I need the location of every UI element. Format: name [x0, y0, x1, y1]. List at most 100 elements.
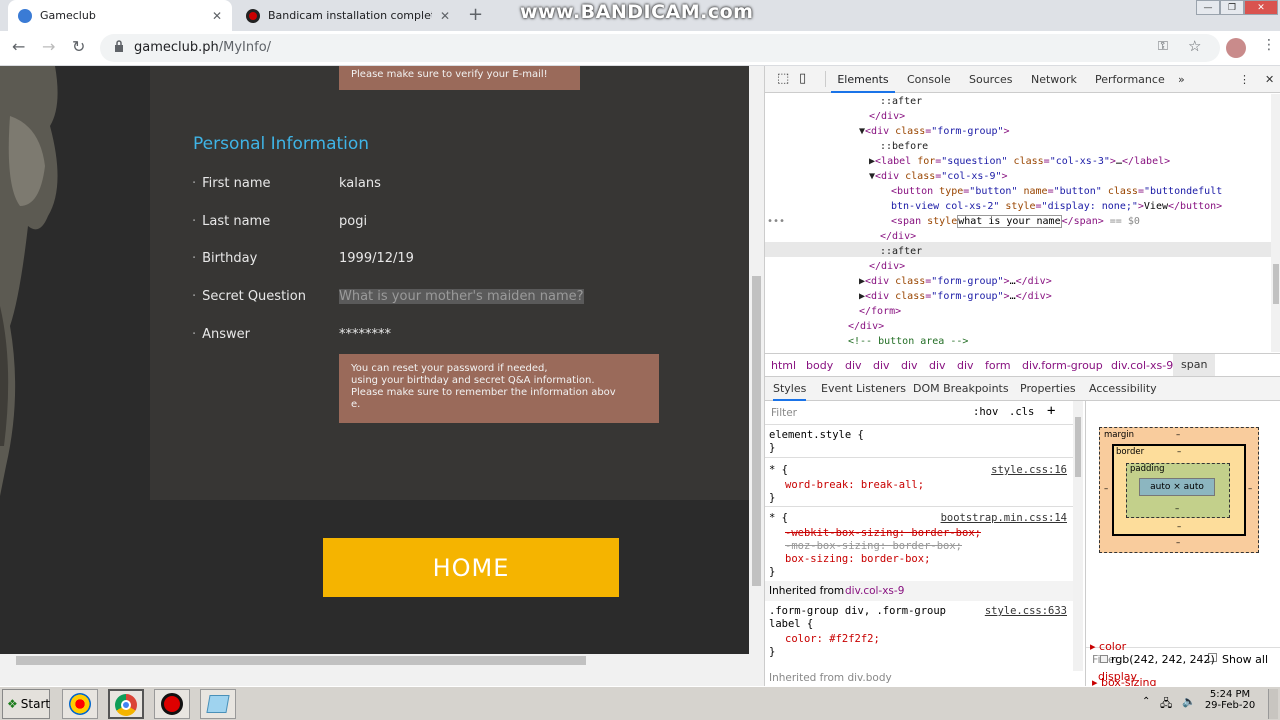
subtab-dom-breakpoints[interactable]: DOM Breakpoints — [913, 382, 1009, 395]
system-clock[interactable]: 5:24 PM 29-Feb-20 — [1200, 689, 1260, 711]
rule-source-link[interactable]: style.css:16 — [991, 464, 1067, 476]
back-button[interactable]: ← — [12, 37, 25, 56]
address-bar[interactable]: gameclub.ph/MyInfo/ ⚿ ☆ — [100, 34, 1220, 62]
elements-scrollbar[interactable] — [1271, 94, 1280, 352]
subtab-properties[interactable]: Properties — [1020, 382, 1076, 395]
tree-line[interactable]: ▶<div class="form-group">…</div> — [859, 274, 1052, 289]
crumb[interactable]: body — [806, 359, 833, 372]
tab-sources[interactable]: Sources — [969, 73, 1013, 86]
device-toolbar-icon[interactable]: ▯ — [799, 71, 806, 86]
new-tab-button[interactable]: + — [468, 4, 483, 25]
tree-line[interactable]: </form> — [859, 304, 901, 319]
hov-toggle[interactable]: :hov — [973, 406, 998, 418]
minimize-button[interactable]: — — [1196, 0, 1220, 15]
page-horizontal-scrollbar[interactable] — [0, 654, 764, 686]
tree-line[interactable]: ▶<label for="squestion" class="col-xs-3"… — [869, 154, 1170, 169]
page-vertical-scrollbar[interactable] — [749, 66, 764, 654]
crumb[interactable]: div — [929, 359, 946, 372]
network-icon[interactable]: 🖧 — [1160, 695, 1172, 714]
crumb[interactable]: html — [771, 359, 796, 372]
tree-line-selected[interactable]: <span stylewhat is your name</span> == $… — [891, 214, 1140, 229]
tab-bandicam[interactable]: Bandicam installation completed succ ✕ — [236, 0, 460, 31]
rule-selector[interactable]: .form-group div, .form-group — [769, 605, 946, 617]
more-tabs-icon[interactable]: » — [1178, 73, 1185, 86]
key-icon[interactable]: ⚿ — [1158, 39, 1168, 54]
tab-gameclub[interactable]: Gameclub ✕ — [8, 0, 232, 31]
crumb-active[interactable]: span — [1173, 354, 1216, 376]
subtab-event-listeners[interactable]: Event Listeners — [821, 382, 906, 395]
close-tab-icon[interactable]: ✕ — [212, 9, 222, 23]
tree-line[interactable]: btn-view col-xs-2" style="display: none;… — [891, 199, 1222, 214]
tree-line[interactable]: ::after — [880, 94, 922, 109]
tree-line[interactable]: ::before — [880, 139, 928, 154]
css-property[interactable]: -webkit-box-sizing: border-box; — [785, 527, 981, 539]
close-window-button[interactable]: ✕ — [1244, 0, 1278, 15]
box-model-padding[interactable]: padding – auto × auto — [1126, 463, 1230, 518]
close-devtools-icon[interactable]: ✕ — [1265, 73, 1274, 86]
secret-question-value[interactable]: What is your mother's maiden name? — [339, 289, 584, 304]
tree-line[interactable]: </div> — [869, 259, 905, 274]
tree-line[interactable]: ▼<div class="col-xs-9"> — [869, 169, 1008, 184]
tree-line[interactable]: </div> — [880, 229, 916, 244]
styles-scrollbar[interactable] — [1073, 401, 1083, 671]
cls-toggle[interactable]: .cls — [1009, 406, 1034, 418]
computed-prop-name[interactable]: display — [1098, 670, 1137, 683]
tree-line[interactable]: ::after — [880, 244, 922, 259]
crumb[interactable]: div — [845, 359, 862, 372]
profile-avatar[interactable] — [1226, 38, 1246, 58]
crumb[interactable]: div.col-xs-9 — [1111, 359, 1173, 372]
css-property[interactable]: color: #f2f2f2; — [785, 633, 880, 645]
rule-selector[interactable]: label { — [769, 618, 813, 630]
inspect-element-icon[interactable]: ⬚ — [777, 71, 789, 86]
subtab-styles[interactable]: Styles — [773, 377, 807, 401]
tab-network[interactable]: Network — [1031, 73, 1077, 86]
node-options-icon[interactable]: ••• — [767, 214, 785, 229]
forward-button[interactable]: → — [42, 37, 55, 56]
notes-taskbar-icon[interactable] — [200, 689, 236, 719]
tree-line[interactable]: ▶<div class="form-group">…</div> — [859, 289, 1052, 304]
box-model-content[interactable]: auto × auto — [1139, 478, 1215, 496]
crumb[interactable]: div — [901, 359, 918, 372]
close-tab-icon[interactable]: ✕ — [440, 9, 450, 23]
elements-tree[interactable]: ::after </div> ▼<div class="form-group">… — [765, 94, 1271, 352]
chrome-taskbar-icon[interactable] — [108, 689, 144, 719]
tree-line[interactable]: </div> — [848, 319, 884, 334]
tree-line[interactable]: <!-- button area --> — [848, 334, 968, 349]
crumb[interactable]: div — [957, 359, 974, 372]
tree-line[interactable]: <button type="button" name="button" clas… — [891, 184, 1222, 199]
scrollbar-thumb[interactable] — [752, 276, 761, 586]
start-button[interactable]: ❖ Start — [2, 689, 50, 719]
taskbar-app-icon[interactable] — [62, 689, 98, 719]
devtools-menu-icon[interactable]: ⋮ — [1239, 73, 1250, 86]
scrollbar-thumb[interactable] — [1273, 264, 1279, 304]
rule-selector[interactable]: element.style { — [769, 429, 864, 441]
maximize-button[interactable]: ❐ — [1220, 0, 1244, 15]
box-model-margin[interactable]: margin – – – – border – – padding – auto… — [1099, 427, 1259, 553]
tab-performance[interactable]: Performance — [1095, 73, 1165, 86]
tray-chevron-icon[interactable]: ⌃ — [1142, 696, 1150, 707]
bookmark-star-icon[interactable]: ☆ — [1188, 37, 1201, 55]
bandicam-taskbar-icon[interactable] — [154, 689, 190, 719]
inherited-link[interactable]: div.col-xs-9 — [845, 585, 904, 597]
rule-source-link[interactable]: style.css:633 — [985, 605, 1067, 617]
tree-line[interactable]: </div> — [869, 109, 905, 124]
show-desktop-button[interactable] — [1268, 689, 1278, 719]
rule-selector[interactable]: * { — [769, 512, 788, 524]
volume-icon[interactable]: 🔈 — [1182, 695, 1196, 708]
menu-icon[interactable]: ⋮ — [1262, 37, 1276, 53]
styles-pane[interactable]: Filter :hov .cls + element.style { } * {… — [765, 401, 1083, 686]
add-rule-icon[interactable]: + — [1047, 403, 1055, 419]
rule-selector[interactable]: * { — [769, 464, 788, 476]
color-swatch[interactable] — [1100, 655, 1108, 663]
css-property[interactable]: -moz-box-sizing: border-box; — [785, 540, 962, 552]
scrollbar-thumb[interactable] — [16, 656, 586, 665]
box-model-border[interactable]: border – – padding – auto × auto — [1112, 444, 1246, 536]
css-property[interactable]: box-sizing: border-box; — [785, 553, 930, 565]
crumb[interactable]: div.form-group — [1022, 359, 1103, 372]
tab-elements[interactable]: Elements — [831, 66, 895, 93]
crumb[interactable]: form — [985, 359, 1011, 372]
rule-source-link[interactable]: bootstrap.min.css:14 — [941, 512, 1067, 524]
styles-filter-input[interactable]: Filter — [771, 407, 797, 419]
css-property[interactable]: word-break: break-all; — [785, 479, 924, 491]
home-button[interactable]: HOME — [323, 538, 619, 597]
